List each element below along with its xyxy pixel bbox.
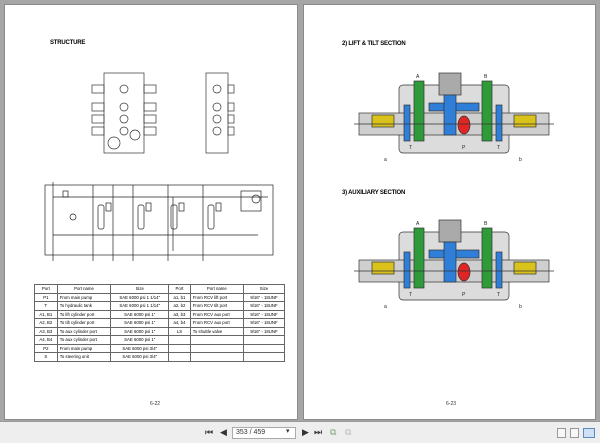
table-cell: [242, 343, 286, 353]
table-cell: SAE 6000 psi 1 1/14": [110, 301, 170, 311]
table-row: A1, B1 To lift cylinder port SAE 6000 psi …: [34, 309, 286, 319]
lift-tilt-section-title: 2) LIFT & TILT SECTION: [342, 41, 406, 47]
table-header-row: Port Port name Size Port Port name Size: [34, 284, 286, 294]
table-cell: From main pump: [56, 343, 112, 353]
svg-text:b: b: [519, 157, 522, 163]
svg-text:b: b: [519, 304, 522, 310]
col-size: Size: [110, 284, 170, 294]
table-cell: A3, B3: [34, 326, 58, 336]
single-page-icon[interactable]: [557, 428, 566, 438]
col-port-name: Port name: [56, 284, 112, 294]
table-cell: T: [34, 301, 58, 311]
svg-text:a: a: [384, 157, 387, 163]
two-page-icon[interactable]: [583, 428, 595, 438]
table-cell: P2: [34, 343, 58, 353]
svg-text:T: T: [497, 292, 500, 298]
table-cell: SAE 6000 psi 3/4": [110, 352, 170, 362]
table-cell: From main pump: [56, 292, 112, 302]
table-cell: [189, 343, 244, 353]
table-cell: To tilt cylinder port: [56, 318, 112, 328]
col-port-2: Port: [168, 284, 191, 294]
table-row: A2, B2 To tilt cylinder port SAE 6000 psi …: [34, 318, 286, 328]
fit-page-icon[interactable]: ⧉: [330, 427, 336, 438]
table-cell: S: [34, 352, 58, 362]
table-cell: To lift cylinder port: [56, 309, 112, 319]
table-cell: [242, 352, 286, 362]
table-cell: 9/16" - 18UNF: [242, 309, 286, 319]
table-row: P2 From main pump SAE 6000 psi 3/4": [34, 343, 286, 353]
table-cell: SAE 6000 psi 3/4": [110, 343, 170, 353]
table-cell: To hydraulic tank: [56, 301, 112, 311]
table-cell: From RCV lift port: [189, 292, 244, 302]
last-page-icon[interactable]: ⏭: [314, 427, 322, 438]
port-label-a: A: [416, 221, 420, 227]
table-cell: [168, 335, 191, 345]
table-cell: To aux cylinder port: [56, 335, 112, 345]
table-row: S To steering unit SAE 6000 psi 3/4": [34, 352, 286, 362]
svg-text:T: T: [497, 145, 500, 151]
auxiliary-section-drawing: AB T TP ab: [354, 219, 554, 310]
table-cell: [242, 335, 286, 345]
prev-page-icon[interactable]: ◀: [220, 427, 227, 438]
table-cell: From RCV aux port: [189, 309, 244, 319]
right-page: 2) LIFT & TILT SECTION AB TTP ab 3) AUXI…: [303, 4, 596, 420]
table-cell: 9/16" - 18UNF: [242, 301, 286, 311]
port-table: Port Port name Size Port Port name Size …: [34, 284, 286, 362]
port-label-a: A: [416, 74, 420, 80]
table-cell: 9/16" - 18UNF: [242, 292, 286, 302]
auxiliary-section-title: 3) AUXILIARY SECTION: [342, 190, 406, 196]
table-cell: A2, B2: [34, 318, 58, 328]
table-cell: [189, 335, 244, 345]
table-row: P1 From main pump SAE 6000 psi 1 1/14" a1, …: [34, 292, 286, 302]
table-cell: SAE 6000 psi 1": [110, 318, 170, 328]
col-port-name-2: Port name: [189, 284, 244, 294]
table-cell: From RCV tilt port: [189, 301, 244, 311]
table-cell: LS: [168, 326, 191, 336]
table-cell: A4, B4: [34, 335, 58, 345]
svg-text:a: a: [384, 304, 387, 310]
table-cell: P1: [34, 292, 58, 302]
table-row: T To hydraulic tank SAE 6000 psi 1 1/14" a2…: [34, 301, 286, 311]
svg-text:T: T: [409, 145, 412, 151]
table-cell: A1, B1: [34, 309, 58, 319]
structure-title: STRUCTURE: [50, 40, 86, 46]
table-cell: To aux cylinder port: [56, 326, 112, 336]
left-page: STRUCTURE Port Port name Size Port Port …: [4, 4, 298, 420]
table-cell: 9/16" - 18UNF: [242, 326, 286, 336]
page-number: 6-22: [150, 401, 161, 407]
first-page-icon[interactable]: ⏮: [205, 427, 213, 438]
page-number: 6-23: [446, 401, 457, 407]
hydraulic-circuit-diagram: [44, 182, 274, 261]
table-cell: a4, b4: [168, 318, 191, 328]
chevron-down-icon[interactable]: ▾: [286, 427, 290, 435]
table-cell: From RCV aux port: [189, 318, 244, 328]
table-cell: 9/16" - 18UNF: [242, 318, 286, 328]
table-cell: [189, 352, 244, 362]
table-cell: SAE 6000 psi 1": [110, 335, 170, 345]
table-cell: a3, b3: [168, 309, 191, 319]
table-cell: [168, 343, 191, 353]
col-port: Port: [34, 284, 58, 294]
table-cell: a2, b2: [168, 301, 191, 311]
table-cell: To steering unit: [56, 352, 112, 362]
continuous-page-icon[interactable]: [570, 428, 579, 438]
lift-tilt-section-drawing: AB T TP ab: [354, 72, 554, 163]
port-label-b: B: [484, 221, 488, 227]
port-label-b: B: [484, 74, 488, 80]
next-page-icon[interactable]: ▶: [302, 427, 309, 438]
svg-text:T: T: [409, 292, 412, 298]
table-cell: SAE 6000 psi 1 1/14": [110, 292, 170, 302]
table-row: A4, B4 To aux cylinder port SAE 6000 psi 1…: [34, 335, 286, 345]
table-cell: a1, b1: [168, 292, 191, 302]
table-row: A3, B3 To aux cylinder port SAE 6000 psi 1…: [34, 326, 286, 336]
table-cell: To shuttle valve: [189, 326, 244, 336]
viewer-toolbar: ⏮ ◀ 353 / 459 ▾ ▶ ⏭ ⧉ ⧉: [0, 421, 600, 443]
col-size-2: Size: [242, 284, 286, 294]
table-cell: SAE 6000 psi 1": [110, 309, 170, 319]
table-cell: SAE 6000 psi 1": [110, 326, 170, 336]
table-cell: [168, 352, 191, 362]
fit-width-icon[interactable]: ⧉: [345, 427, 351, 438]
valve-structure-drawing: [91, 72, 235, 154]
